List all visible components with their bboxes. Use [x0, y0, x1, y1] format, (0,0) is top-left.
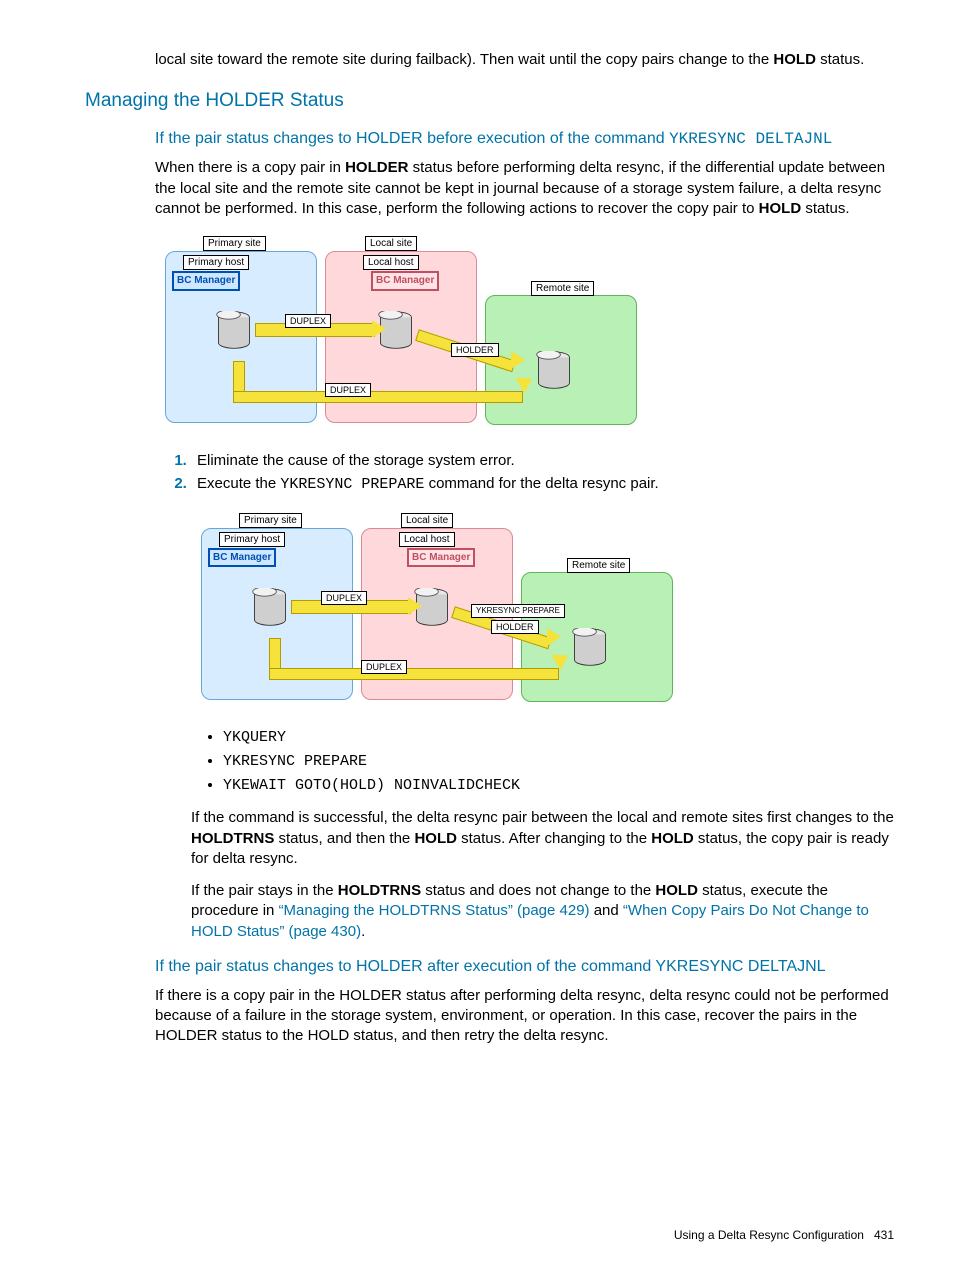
duplex-label-2: DUPLEX [325, 383, 371, 397]
paragraph: When there is a copy pair in HOLDER stat… [155, 158, 894, 219]
bold: HOLDER [345, 159, 408, 176]
arrow [233, 391, 523, 403]
primary-site-label: Primary site [203, 236, 266, 251]
arrow-head-icon [408, 597, 422, 615]
bc-manager-label-local: BC Manager [371, 271, 439, 291]
text: Execute the [197, 475, 280, 492]
steps-list: Eliminate the cause of the storage syste… [155, 451, 894, 496]
text: command for the delta resync pair. [424, 475, 658, 492]
arrow-head-icon [547, 628, 561, 646]
remote-site-label: Remote site [531, 281, 594, 296]
storage-icon [251, 588, 289, 628]
duplex-label: DUPLEX [321, 591, 367, 605]
cmd-ykewait: YKEWAIT GOTO(HOLD) NOINVALIDCHECK [223, 776, 894, 796]
heading-before-execution: If the pair status changes to HOLDER bef… [155, 128, 894, 151]
text: If the pair stays in the [191, 882, 338, 899]
text: status. [816, 51, 864, 68]
local-site-label: Local site [401, 513, 453, 528]
intro-paragraph: local site toward the remote site during… [155, 50, 894, 70]
text: When there is a copy pair in [155, 159, 345, 176]
bold: HOLD [655, 882, 698, 899]
remote-site-label: Remote site [567, 558, 630, 573]
cmd-ykquery: YKQUERY [223, 728, 894, 748]
step-2: Execute the YKRESYNC PREPARE command for… [191, 474, 894, 495]
text: . [361, 923, 365, 940]
diagram-after-prepare: Primary site Primary host BC Manager Loc… [191, 510, 671, 710]
bold: HOLD [651, 830, 694, 847]
local-host-label: Local host [399, 532, 455, 547]
arrow [269, 668, 559, 680]
ykresync-prepare-label: YKRESYNC PREPARE [471, 604, 565, 618]
bc-manager-label-primary: BC Manager [172, 271, 240, 291]
local-site-label: Local site [365, 236, 417, 251]
text: If the pair status changes to HOLDER bef… [155, 130, 669, 147]
primary-site-label: Primary site [239, 513, 302, 528]
paragraph: If the pair stays in the HOLDTRNS status… [191, 881, 894, 942]
arrow-head-icon [372, 320, 386, 338]
bc-manager-label-local: BC Manager [407, 548, 475, 568]
bold: HOLDTRNS [338, 882, 421, 899]
storage-icon [215, 311, 253, 351]
text: Eliminate the cause of the storage syste… [197, 452, 515, 469]
command-list: YKQUERY YKRESYNC PREPARE YKEWAIT GOTO(HO… [195, 728, 894, 797]
text: If the command is successful, the delta … [191, 809, 894, 826]
duplex-label: DUPLEX [285, 314, 331, 328]
paragraph: If the command is successful, the delta … [191, 808, 894, 869]
heading-after-execution: If the pair status changes to HOLDER aft… [155, 956, 894, 978]
arrow-head-icon [511, 351, 525, 369]
text: status. After changing to the [457, 830, 651, 847]
local-host-label: Local host [363, 255, 419, 270]
cmd: YKRESYNC PREPARE [280, 476, 424, 493]
text: local site toward the remote site during… [155, 51, 773, 68]
hold-bold: HOLD [773, 51, 816, 68]
cmd-ykresync-prepare: YKRESYNC PREPARE [223, 752, 894, 772]
bold: HOLD [414, 830, 457, 847]
page-footer: Using a Delta Resync Configuration 431 [674, 1227, 894, 1243]
primary-host-label: Primary host [183, 255, 249, 270]
heading-managing-holder: Managing the HOLDER Status [85, 88, 894, 114]
bold: HOLDTRNS [191, 830, 274, 847]
text: status, and then the [274, 830, 414, 847]
holder-label: HOLDER [491, 620, 539, 634]
duplex-label-2: DUPLEX [361, 660, 407, 674]
paragraph: If there is a copy pair in the HOLDER st… [155, 986, 894, 1047]
footer-text: Using a Delta Resync Configuration [674, 1228, 864, 1242]
holder-label: HOLDER [451, 343, 499, 357]
text: and [590, 902, 623, 919]
diagram-before: Primary site Primary host BC Manager Loc… [155, 233, 635, 433]
text: status and does not change to the [421, 882, 655, 899]
page-number: 431 [874, 1228, 894, 1242]
link-holdtrns[interactable]: “Managing the HOLDTRNS Status” (page 429… [279, 902, 590, 919]
cmd-text: YKRESYNC DELTAJNL [669, 130, 832, 148]
bc-manager-label-primary: BC Manager [208, 548, 276, 568]
step-1: Eliminate the cause of the storage syste… [191, 451, 894, 471]
text: status. [801, 200, 849, 217]
bold: HOLD [759, 200, 802, 217]
storage-icon [571, 628, 609, 668]
storage-icon [535, 351, 573, 391]
primary-host-label: Primary host [219, 532, 285, 547]
